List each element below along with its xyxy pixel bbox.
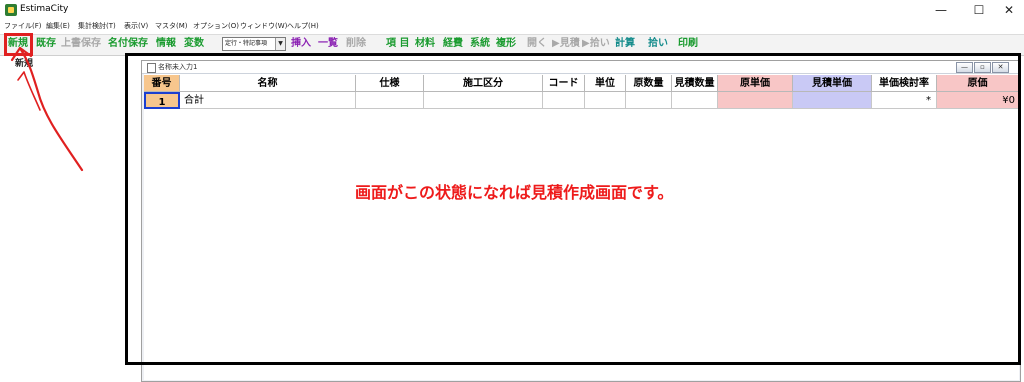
menu-master[interactable]: マスタ(M) <box>155 21 188 31</box>
menu-bar <box>0 20 1024 33</box>
close-button[interactable]: ✕ <box>994 0 1024 20</box>
annotation-arrow-icon <box>10 46 84 172</box>
maximize-button[interactable]: ☐ <box>964 0 994 20</box>
list-button[interactable]: 一覧 <box>318 37 338 51</box>
menu-help[interactable]: ヘルプ(H) <box>287 21 319 31</box>
insert-button[interactable]: 挿入 <box>291 37 311 51</box>
note-combo[interactable]: 定行・特記事項 ▼ <box>222 37 286 51</box>
print-button[interactable]: 印刷 <box>678 37 698 51</box>
title-bar <box>0 0 1024 20</box>
highlight-frame <box>125 53 1021 365</box>
view-estimate-button[interactable]: ▶見積 <box>552 37 580 51</box>
system-button[interactable]: 系統 <box>470 37 490 51</box>
pickup-nav-button[interactable]: ▶拾い <box>582 37 610 51</box>
material-button[interactable]: 材料 <box>415 37 435 51</box>
calculate-button[interactable]: 計算 <box>615 37 635 51</box>
composite-button[interactable]: 複形 <box>496 37 516 51</box>
combo-value: 定行・特記事項 <box>225 40 268 47</box>
delete-button[interactable]: 削除 <box>346 37 366 51</box>
open-button[interactable]: 開く <box>527 37 547 51</box>
expense-button[interactable]: 経費 <box>443 37 463 51</box>
menu-options[interactable]: オプション(O) <box>193 21 239 31</box>
variables-button[interactable]: 変数 <box>184 37 204 51</box>
menu-window[interactable]: ウィンドウ(W) <box>240 21 287 31</box>
annotation-text: 画面がこの状態になれば見積作成画面です。 <box>355 183 674 202</box>
minimize-button[interactable]: — <box>926 0 956 20</box>
chevron-down-icon[interactable]: ▼ <box>275 38 285 50</box>
pickup-button[interactable]: 拾い <box>648 37 668 51</box>
info-button[interactable]: 情報 <box>156 37 176 51</box>
item-button[interactable]: 項 目 <box>386 37 409 51</box>
